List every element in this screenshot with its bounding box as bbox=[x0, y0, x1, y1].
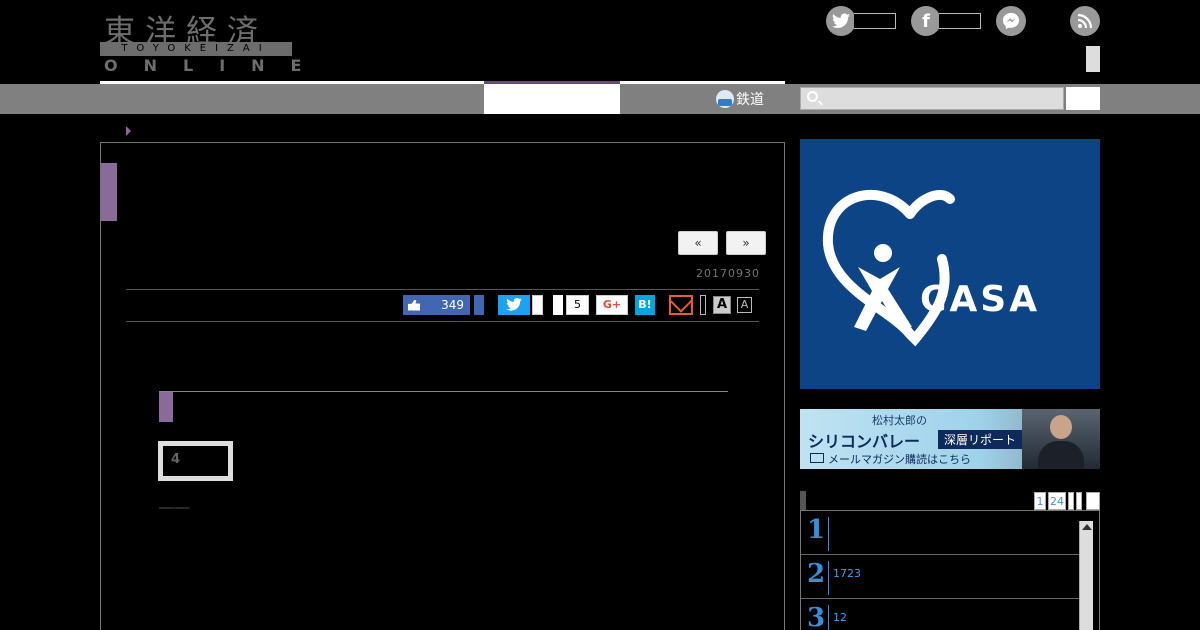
ranking-item[interactable]: 2 1723 bbox=[801, 555, 1079, 599]
author-photo bbox=[1022, 409, 1100, 469]
rss-icon bbox=[1070, 6, 1100, 36]
subheading-rule bbox=[159, 391, 728, 392]
prev-page-button[interactable]: « bbox=[678, 231, 718, 255]
sv-tag: 深層リポート bbox=[938, 430, 1023, 449]
facebook-share-extra[interactable] bbox=[474, 295, 484, 315]
ranking-header: 1 24 bbox=[800, 491, 1100, 511]
ranking-accent bbox=[800, 491, 806, 511]
page-indicator[interactable]: 4 bbox=[158, 441, 233, 481]
nav-tab-active[interactable] bbox=[484, 84, 620, 114]
pocket-count: 5 bbox=[566, 295, 589, 315]
hatena-bookmark-button[interactable]: B! bbox=[635, 295, 655, 315]
ranking-tab[interactable]: 24 bbox=[1048, 492, 1066, 510]
sv-subscribe-text: メールマガジン購読はこちら bbox=[828, 453, 971, 466]
messenger-button[interactable] bbox=[996, 6, 1026, 36]
article-date: 20170930 bbox=[696, 267, 760, 280]
scroll-up-icon[interactable] bbox=[1082, 524, 1092, 530]
casa-heart-logo bbox=[822, 189, 955, 347]
ranking-tab[interactable] bbox=[1076, 492, 1082, 510]
ranking-item[interactable]: 3 12 bbox=[801, 599, 1079, 630]
ranking-scrollbar[interactable] bbox=[1079, 521, 1093, 630]
ranking-tab[interactable] bbox=[1068, 492, 1074, 510]
font-size-large-button[interactable]: A bbox=[713, 296, 731, 314]
ranking-tab[interactable]: 1 bbox=[1034, 492, 1046, 510]
envelope-icon bbox=[810, 453, 824, 463]
site-logo[interactable]: 東洋経済 TOYOKEIZAI ONLINE bbox=[100, 6, 301, 75]
facebook-share-count: 349 bbox=[441, 298, 464, 312]
pocket-button[interactable] bbox=[553, 295, 563, 315]
twitter-icon bbox=[826, 6, 856, 36]
ad-banner-silicon-valley[interactable]: 松村太郎の シリコンバレー 深層リポート メールマガジン購読はこちら bbox=[800, 409, 1100, 469]
font-size-small-button[interactable]: A bbox=[737, 297, 752, 313]
google-plus-button[interactable]: G+ bbox=[596, 295, 628, 315]
twitter-follow-count bbox=[854, 13, 896, 29]
facebook-like-count bbox=[939, 13, 981, 29]
messenger-icon bbox=[996, 6, 1026, 36]
sv-author: 松村太郎の bbox=[872, 414, 927, 427]
logo-online: ONLINE bbox=[104, 56, 328, 75]
logo-roman: TOYOKEIZAI bbox=[100, 42, 292, 56]
subheading-accent bbox=[159, 392, 173, 422]
next-page-button[interactable]: » bbox=[726, 231, 766, 255]
facebook-like-button[interactable]: f bbox=[911, 6, 981, 36]
thumbs-up-icon bbox=[408, 299, 420, 311]
train-icon bbox=[716, 90, 734, 108]
sv-title: シリコンバレー bbox=[808, 432, 921, 451]
search-input[interactable] bbox=[800, 87, 1064, 110]
ranking-number: 1 bbox=[807, 517, 829, 551]
search-icon bbox=[807, 91, 818, 102]
casa-wordmark: CASA bbox=[920, 279, 1041, 320]
nav-item-railway[interactable]: 鉄道 bbox=[716, 88, 764, 110]
breadcrumb-arrow-icon bbox=[126, 126, 131, 136]
search-button[interactable] bbox=[1066, 87, 1100, 110]
ad-banner-casa[interactable]: CASA bbox=[800, 139, 1100, 389]
ranking-list: 1 2 1723 3 12 bbox=[800, 510, 1100, 630]
header-menu-button[interactable] bbox=[1086, 46, 1100, 72]
ranking-number: 3 bbox=[807, 605, 829, 630]
share-separator bbox=[700, 295, 706, 315]
ranking-title: 1723 bbox=[833, 567, 861, 580]
tweet-count bbox=[532, 295, 543, 315]
twitter-follow-button[interactable] bbox=[826, 6, 896, 36]
article-main: « » 20170930 349 5 G+ B! A A 4 ―― bbox=[100, 142, 785, 630]
rss-button[interactable] bbox=[1070, 6, 1100, 36]
tweet-button[interactable] bbox=[498, 295, 530, 315]
share-divider-bottom bbox=[126, 321, 759, 322]
ranking-tab[interactable] bbox=[1086, 492, 1100, 510]
ranking-number: 2 bbox=[807, 561, 829, 595]
ranking-item[interactable]: 1 bbox=[801, 511, 1079, 555]
article-title-accent bbox=[101, 163, 117, 221]
ranking-title: 12 bbox=[833, 611, 847, 624]
nav-item-railway-label: 鉄道 bbox=[736, 92, 764, 108]
share-divider-top bbox=[126, 289, 759, 290]
mail-icon[interactable] bbox=[669, 295, 693, 315]
facebook-share-button[interactable]: 349 bbox=[403, 295, 470, 315]
article-paragraph: ―― bbox=[159, 498, 190, 516]
facebook-icon: f bbox=[911, 6, 941, 36]
